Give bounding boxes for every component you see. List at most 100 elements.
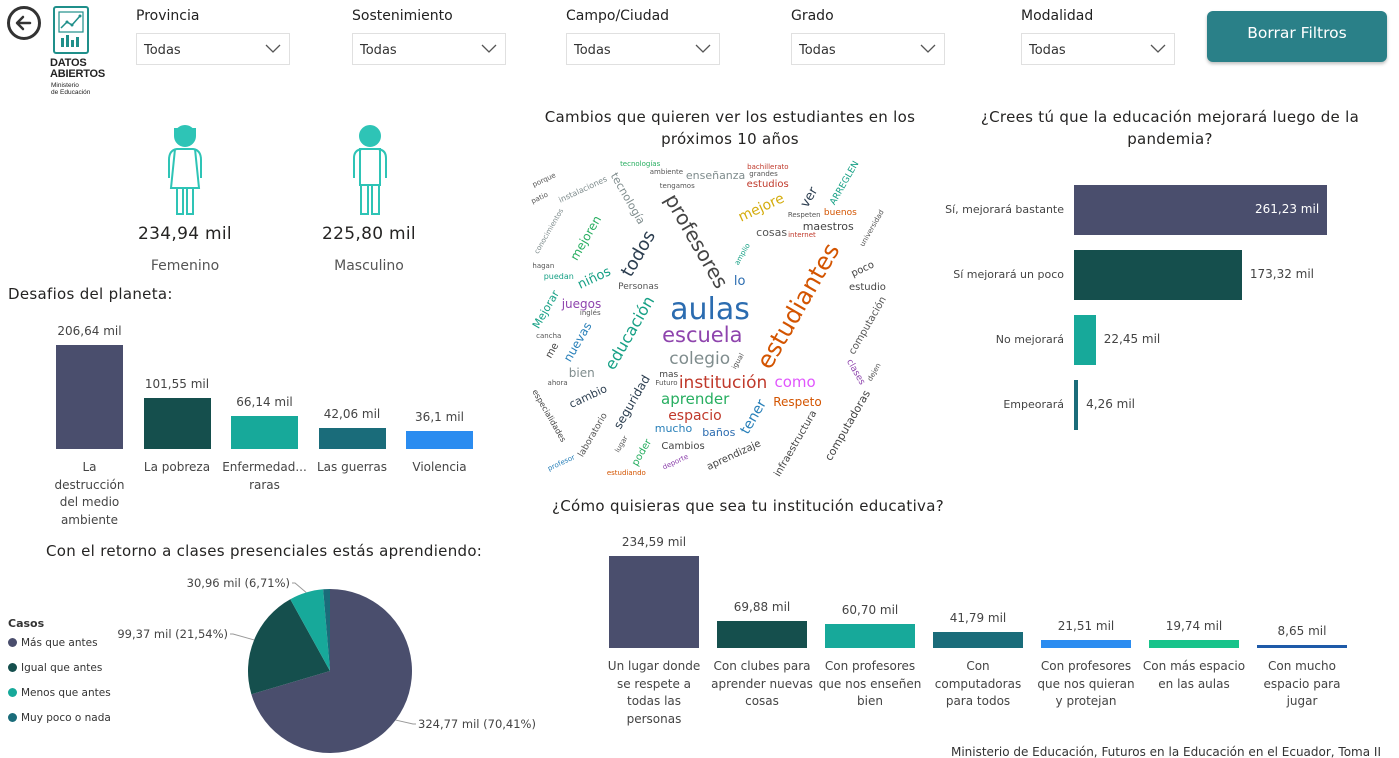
filter-provincia-dropdown[interactable]: Todas	[136, 33, 290, 65]
learning-legend: Casos Más que antes Igual que antes Menos …	[8, 617, 111, 730]
datos-abiertos-logo: DATOS ABIERTOS Ministerio de Educación	[50, 6, 120, 98]
wordcloud-word: instalaciones	[557, 174, 609, 205]
wordcloud-word: me	[543, 341, 561, 361]
female-label: Femenino	[150, 258, 220, 274]
wordcloud-word: mejoren	[567, 213, 605, 264]
wordcloud-word: deporte	[661, 452, 690, 472]
legend-item[interactable]: Igual que antes	[8, 655, 111, 680]
wordcloud-word: baños	[702, 426, 736, 440]
wordcloud-word: aprender	[661, 390, 730, 409]
wordcloud-word: estudio	[849, 281, 886, 293]
data-label: 4,26 mil	[1086, 397, 1136, 411]
wordcloud-word: educación	[601, 292, 659, 373]
wordcloud-word: igual	[729, 351, 746, 371]
wordcloud-word: cambio	[567, 382, 610, 412]
category-label: Sí, mejorará bastante	[945, 203, 1064, 216]
improve-title-line1: ¿Crees tú que la educación mejorará lueg…	[980, 108, 1360, 126]
learning-pie-chart: 324,77 mil (70,41%) 99,37 mil (21,54%) 30,…	[100, 570, 550, 755]
bar	[143, 397, 211, 449]
wordcloud-word: ahora	[547, 378, 568, 387]
wordcloud-word: ambiente	[649, 168, 684, 177]
wordcloud-word: Personas	[618, 282, 659, 293]
female-student-icon	[168, 125, 202, 215]
filter-value: Todas	[1029, 43, 1066, 58]
wordcloud-word: amplio	[733, 242, 753, 267]
pie-data-label: 99,37 mil (21,54%)	[117, 627, 228, 641]
wordcloud-word: niños	[575, 264, 614, 293]
chevron-down-icon	[265, 44, 281, 53]
wordcloud-word: estudios	[746, 179, 789, 191]
back-button[interactable]	[7, 6, 41, 40]
chevron-down-icon	[920, 44, 936, 53]
category-label: Violencia	[412, 460, 467, 474]
filter-label: Provincia	[136, 8, 200, 24]
wordcloud-word: hagan	[532, 262, 555, 271]
challenges-chart: 206,64 mil La destrucción del medio ambiente…	[0, 300, 520, 535]
bar	[825, 624, 915, 648]
wordcloud-word: cancha	[536, 331, 562, 340]
category-label: La destrucción del medio ambiente	[54, 460, 125, 527]
leader-line	[395, 719, 416, 725]
footer-source: Ministerio de Educación, Futuros en la E…	[950, 745, 1381, 758]
wordcloud-word: espacio	[668, 408, 722, 425]
wordcloud-word: cosas	[756, 226, 788, 240]
clear-filters-button[interactable]: Borrar Filtros	[1207, 11, 1387, 62]
category-label: Con profesores que nos quieran y protejan	[1037, 659, 1135, 708]
filter-value: Todas	[360, 43, 397, 58]
filter-sostenimiento-dropdown[interactable]: Todas	[352, 33, 506, 65]
filter-modalidad-dropdown[interactable]: Todas	[1021, 33, 1175, 65]
wordcloud-word: enseñanza	[685, 168, 746, 182]
wordcloud-word: Respeto	[773, 395, 822, 410]
filter-grado-dropdown[interactable]: Todas	[791, 33, 945, 65]
legend-label: Más que antes	[21, 636, 98, 649]
wordcloud-word: mucho	[654, 422, 693, 436]
category-label: Las guerras	[317, 460, 387, 474]
category-label: La pobreza	[143, 460, 211, 474]
wordcloud-word: Cambios	[661, 441, 705, 453]
filter-provincia: Provincia Todas	[136, 8, 290, 65]
legend-label: Menos que antes	[21, 686, 111, 699]
improve-title: ¿Crees tú que la educación mejorará lueg…	[955, 106, 1385, 150]
legend-item[interactable]: Menos que antes	[8, 680, 111, 705]
data-label: 173,32 mil	[1249, 267, 1315, 281]
wordcloud-word: clases	[844, 357, 867, 387]
category-label: No mejorará	[995, 333, 1064, 346]
legend-marker	[8, 638, 17, 647]
bar	[406, 430, 473, 449]
category-label: Empeorará	[1003, 398, 1064, 411]
wordcloud-word: nuevas	[560, 319, 595, 364]
bar	[1074, 250, 1242, 300]
leader-line	[230, 633, 255, 641]
filter-campo-ciudad-dropdown[interactable]: Todas	[566, 33, 720, 65]
wordcloud-word: institución	[678, 372, 768, 393]
wordcloud-word: como	[774, 372, 816, 391]
wordcloud-title: Cambios que quieren ver los estudiantes …	[525, 106, 935, 150]
wordcloud-word: aulas	[670, 292, 750, 327]
filter-sostenimiento: Sostenimiento Todas	[352, 8, 506, 65]
male-label: Masculino	[334, 258, 404, 274]
pie-svg: 324,77 mil (70,41%) 99,37 mil (21,54%) 30,…	[117, 576, 536, 753]
wordcloud-word: lugar	[614, 434, 630, 454]
logo-chart-icon	[53, 6, 89, 54]
wordcloud: aulas estudiantes escuela profesores educaci…	[530, 160, 890, 480]
bar	[318, 427, 386, 449]
legend-item[interactable]: Muy poco o nada	[8, 705, 111, 730]
institution-title: ¿Cómo quisieras que sea tu institución e…	[552, 497, 944, 515]
wordcloud-word: Respeten	[787, 210, 821, 219]
filter-label: Grado	[791, 8, 834, 24]
filter-label: Sostenimiento	[352, 8, 453, 24]
data-label: 101,55 mil	[144, 376, 210, 391]
filter-campo-ciudad: Campo/Ciudad Todas	[566, 8, 720, 65]
legend-item[interactable]: Más que antes	[8, 630, 111, 655]
wordcloud-word: aprendizaje	[704, 437, 763, 473]
wordcloud-word: tengamos	[659, 182, 695, 191]
category-label: Con mucho espacio para jugar	[1263, 659, 1341, 708]
bar	[1257, 644, 1347, 648]
filter-value: Todas	[799, 43, 836, 58]
bar	[1149, 640, 1239, 648]
legend-marker	[8, 713, 17, 722]
wordcloud-word: ver	[797, 184, 821, 211]
wordcloud-word: estudiando	[606, 468, 646, 477]
filter-value: Todas	[144, 43, 181, 58]
wordcloud-word: escuela	[662, 323, 743, 348]
